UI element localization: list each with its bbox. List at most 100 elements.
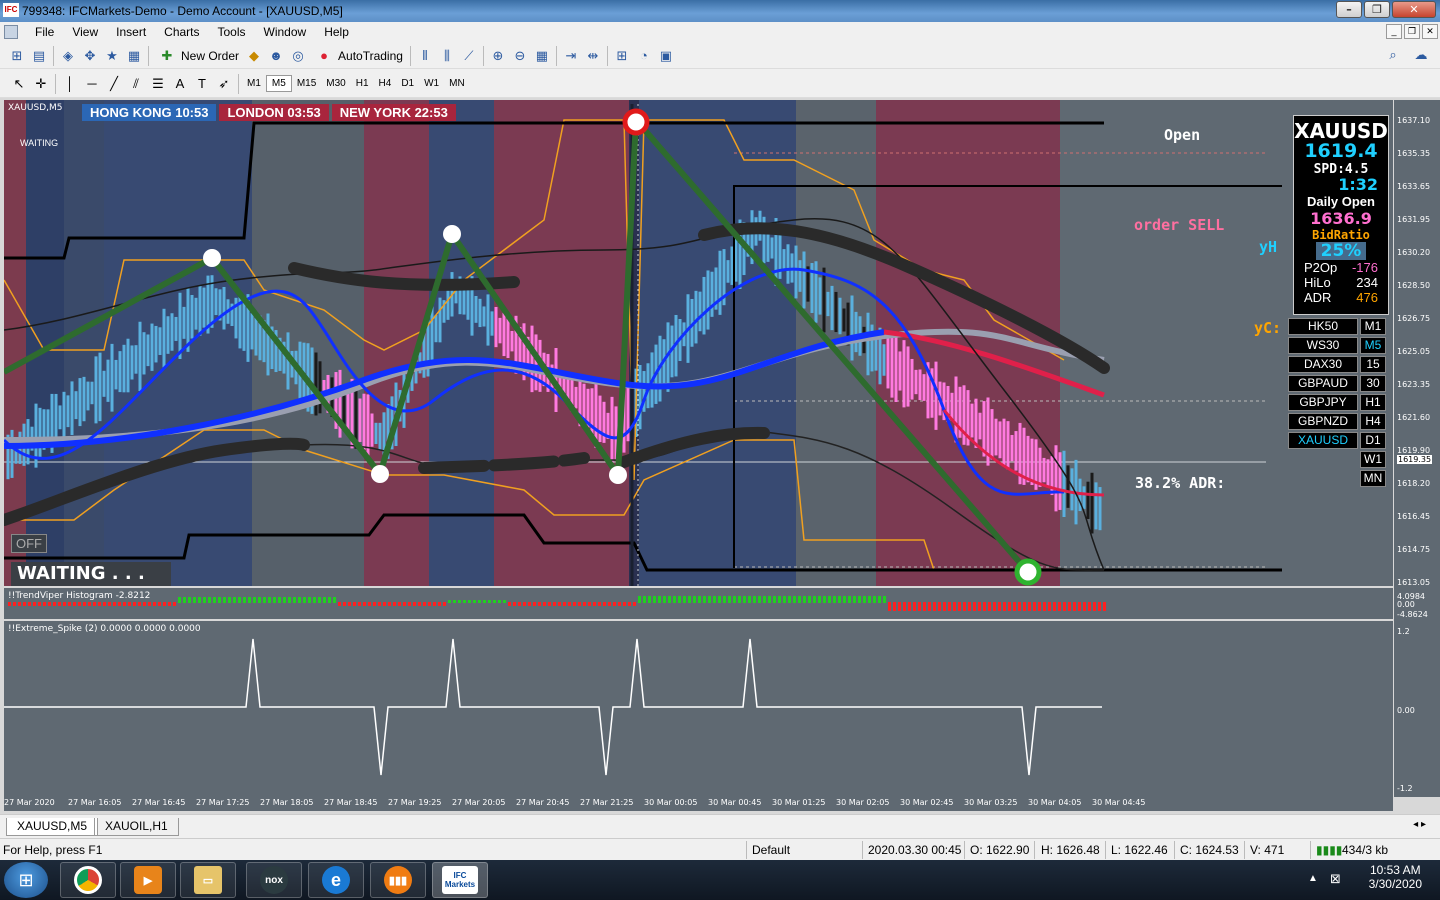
chart-app-taskbar-button[interactable]: ▮▮▮ bbox=[370, 862, 426, 898]
indicators-icon[interactable]: ⊞ bbox=[611, 46, 633, 66]
tf-button-15[interactable]: 15 bbox=[1360, 356, 1386, 373]
network-icon[interactable]: ⊠ bbox=[1330, 871, 1341, 887]
periods-icon[interactable]: ◔ bbox=[633, 46, 655, 66]
tf-w1[interactable]: W1 bbox=[419, 76, 444, 91]
profiles-icon[interactable]: ▤ bbox=[28, 46, 50, 66]
histogram-bar bbox=[68, 602, 71, 606]
symbol-button-gbpnzd[interactable]: GBPNZD bbox=[1288, 413, 1358, 430]
price-tick: 1621.60 bbox=[1397, 413, 1431, 422]
histogram-bar bbox=[298, 597, 301, 603]
templates-icon[interactable]: ▣ bbox=[655, 46, 677, 66]
new-chart-icon[interactable]: ⊞ bbox=[6, 46, 28, 66]
show-hidden-icons[interactable]: ▲ bbox=[1308, 873, 1318, 884]
menu-view[interactable]: View bbox=[63, 24, 107, 40]
symbol-button-ws30[interactable]: WS30 bbox=[1288, 337, 1358, 354]
symbol-button-hk50[interactable]: HK50 bbox=[1288, 318, 1358, 335]
chat-icon[interactable]: ☁ bbox=[1410, 45, 1432, 65]
price-chart[interactable]: XAUUSD,M5 WAITING HONG KONG 10:53 LONDON… bbox=[4, 100, 1393, 586]
tf-button-mn[interactable]: MN bbox=[1360, 470, 1386, 487]
nox-taskbar-button[interactable]: nox bbox=[246, 862, 302, 898]
metaeditor-icon[interactable]: ◆ bbox=[243, 46, 265, 66]
search-icon[interactable]: ⌕ bbox=[1382, 45, 1404, 65]
histogram-bar bbox=[23, 602, 26, 606]
trendline-icon[interactable]: ╱ bbox=[103, 74, 125, 94]
tab-xauoil-h1[interactable]: XAUOIL,H1 bbox=[94, 818, 179, 836]
price-chart-canvas[interactable] bbox=[4, 100, 1393, 586]
symbol-button-gbpaud[interactable]: GBPAUD bbox=[1288, 375, 1358, 392]
media-player-taskbar-button[interactable]: ▶ bbox=[120, 862, 176, 898]
vertical-line-icon[interactable]: │ bbox=[59, 74, 81, 94]
chart-window-icon[interactable] bbox=[4, 25, 18, 39]
mdi-minimize-button[interactable]: _ bbox=[1386, 24, 1402, 39]
tf-mn[interactable]: MN bbox=[444, 76, 470, 91]
candlestick-icon[interactable]: ⫼ bbox=[436, 46, 458, 66]
menu-window[interactable]: Window bbox=[255, 24, 316, 40]
cursor-icon[interactable]: ↖ bbox=[8, 74, 30, 94]
tf-button-30[interactable]: 30 bbox=[1360, 375, 1386, 392]
minimize-button[interactable]: – bbox=[1336, 1, 1362, 18]
tf-button-h4[interactable]: H4 bbox=[1360, 413, 1386, 430]
horizontal-line-icon[interactable]: ─ bbox=[81, 74, 103, 94]
ifc-markets-taskbar-button[interactable]: IFC Markets bbox=[432, 862, 488, 898]
new-order-button[interactable]: ✚ New Order bbox=[152, 46, 243, 66]
symbol-button-xauusd[interactable]: XAUUSD bbox=[1288, 432, 1358, 449]
data-window-icon[interactable]: ✥ bbox=[79, 46, 101, 66]
autotrading-button[interactable]: ● AutoTrading bbox=[309, 46, 407, 66]
experts-icon[interactable]: ☻ bbox=[265, 46, 287, 66]
signals-icon[interactable]: ◎ bbox=[287, 46, 309, 66]
menu-insert[interactable]: Insert bbox=[107, 24, 155, 40]
maximize-button[interactable]: ❐ bbox=[1364, 1, 1390, 18]
tf-m30[interactable]: M30 bbox=[321, 76, 350, 91]
close-button[interactable]: ✕ bbox=[1392, 1, 1436, 18]
chart-shift-icon[interactable]: ⇹ bbox=[582, 46, 604, 66]
navigator-icon[interactable]: ★ bbox=[101, 46, 123, 66]
terminal-icon[interactable]: ▦ bbox=[123, 46, 145, 66]
channel-icon[interactable]: ⫽ bbox=[125, 74, 147, 94]
auto-scroll-icon[interactable]: ⇥ bbox=[560, 46, 582, 66]
off-toggle[interactable]: OFF bbox=[11, 534, 47, 553]
explorer-taskbar-button[interactable]: ▭ bbox=[180, 862, 236, 898]
tf-h4[interactable]: H4 bbox=[374, 76, 397, 91]
tf-button-d1[interactable]: D1 bbox=[1360, 432, 1386, 449]
crosshair-icon[interactable]: ✛ bbox=[30, 74, 52, 94]
clock[interactable]: 10:53 AM 3/30/2020 bbox=[1369, 863, 1422, 891]
menu-tools[interactable]: Tools bbox=[209, 24, 255, 40]
text-icon[interactable]: A bbox=[169, 74, 191, 94]
chrome-taskbar-button[interactable] bbox=[60, 862, 116, 898]
market-watch-icon[interactable]: ◈ bbox=[57, 46, 79, 66]
menu-file[interactable]: File bbox=[26, 24, 63, 40]
trendviper-histogram-pane[interactable]: !!TrendViper Histogram -2.8212 bbox=[4, 588, 1393, 619]
extreme-spike-pane[interactable]: !!Extreme_Spike (2) 0.0000 0.0000 0.0000 bbox=[4, 621, 1393, 797]
status-profile: Default bbox=[752, 843, 791, 857]
symbol-button-dax30[interactable]: DAX30 bbox=[1288, 356, 1358, 373]
histogram-bar bbox=[148, 602, 151, 606]
fibonacci-icon[interactable]: ☰ bbox=[147, 74, 169, 94]
tf-button-w1[interactable]: W1 bbox=[1360, 451, 1386, 468]
tf-button-m1[interactable]: M1 bbox=[1360, 318, 1386, 335]
mdi-restore-button[interactable]: ❐ bbox=[1404, 24, 1420, 39]
zoom-out-icon[interactable]: ⊖ bbox=[509, 46, 531, 66]
tf-m5[interactable]: M5 bbox=[265, 75, 292, 92]
symbol-button-gbpjpy[interactable]: GBPJPY bbox=[1288, 394, 1358, 411]
tf-h1[interactable]: H1 bbox=[351, 76, 374, 91]
bar-chart-icon[interactable]: ⫴ bbox=[414, 46, 436, 66]
tile-windows-icon[interactable]: ▦ bbox=[531, 46, 553, 66]
mdi-close-button[interactable]: ✕ bbox=[1422, 24, 1438, 39]
price-scale[interactable]: 1637.10 1635.35 1633.65 1631.95 1630.20 … bbox=[1394, 100, 1440, 797]
text-label-icon[interactable]: T bbox=[191, 74, 213, 94]
tab-xauusd-m5[interactable]: XAUUSD,M5 bbox=[6, 818, 99, 836]
menu-help[interactable]: Help bbox=[315, 24, 358, 40]
tab-scroll-arrows[interactable]: ◂ ▸ bbox=[1413, 819, 1426, 830]
tf-m1[interactable]: M1 bbox=[242, 76, 266, 91]
ie-taskbar-button[interactable]: e bbox=[308, 862, 364, 898]
menu-charts[interactable]: Charts bbox=[155, 24, 208, 40]
tf-d1[interactable]: D1 bbox=[396, 76, 419, 91]
histogram-bar bbox=[318, 597, 321, 603]
line-chart-icon[interactable]: ⟋ bbox=[458, 46, 480, 66]
tf-button-m5[interactable]: M5 bbox=[1360, 337, 1386, 354]
start-button[interactable]: ⊞ bbox=[4, 862, 48, 898]
tf-button-h1[interactable]: H1 bbox=[1360, 394, 1386, 411]
zoom-in-icon[interactable]: ⊕ bbox=[487, 46, 509, 66]
arrows-icon[interactable]: ➶ bbox=[213, 74, 235, 94]
tf-m15[interactable]: M15 bbox=[292, 76, 321, 91]
